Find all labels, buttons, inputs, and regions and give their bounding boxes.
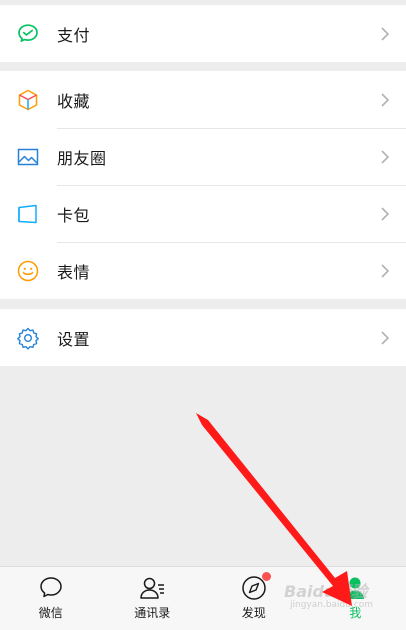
card-wallet-icon [16, 202, 40, 226]
chevron-right-icon [380, 263, 390, 279]
tab-chats[interactable]: 微信 [0, 567, 102, 630]
discover-icon-wrap [241, 575, 267, 601]
contacts-person-icon [139, 575, 165, 601]
chevron-right-icon [380, 92, 390, 108]
tab-chats-label: 微信 [39, 604, 63, 621]
menu-item-payment[interactable]: 支付 [0, 5, 406, 62]
moments-picture-icon [16, 145, 40, 169]
chevron-right-icon [380, 206, 390, 222]
menu-item-payment-label: 支付 [57, 22, 90, 46]
tab-contacts[interactable]: 通讯录 [102, 567, 204, 630]
menu-group-main: 收藏 朋友圈 卡包 表情 [0, 71, 406, 299]
menu-item-settings[interactable]: 设置 [0, 309, 406, 366]
menu-item-favorites-label: 收藏 [57, 88, 90, 112]
notification-dot [262, 572, 271, 581]
tab-discover[interactable]: 发现 [203, 567, 305, 630]
menu-item-settings-label: 设置 [57, 326, 90, 350]
menu-group-settings: 设置 [0, 309, 406, 366]
menu-item-moments[interactable]: 朋友圈 [0, 128, 406, 185]
chevron-right-icon [380, 330, 390, 346]
chevron-right-icon [380, 26, 390, 42]
bottom-tab-bar: 微信 通讯录 发现 我 [0, 566, 406, 630]
menu-item-cards[interactable]: 卡包 [0, 185, 406, 242]
tab-discover-label: 发现 [242, 604, 266, 621]
menu-item-cards-label: 卡包 [57, 202, 90, 226]
menu-item-stickers[interactable]: 表情 [0, 242, 406, 299]
me-person-icon [342, 575, 368, 601]
tab-me-label: 我 [349, 604, 361, 621]
menu-item-favorites[interactable]: 收藏 [0, 71, 406, 128]
wechat-pay-icon [16, 22, 40, 46]
gear-icon [16, 326, 40, 350]
chat-bubble-icon [38, 575, 64, 601]
favorites-cube-icon [16, 88, 40, 112]
menu-item-moments-label: 朋友圈 [57, 145, 107, 169]
menu-item-stickers-label: 表情 [57, 259, 90, 283]
tab-contacts-label: 通讯录 [134, 604, 170, 621]
menu-group-payment: 支付 [0, 5, 406, 62]
chevron-right-icon [380, 149, 390, 165]
smiley-face-icon [16, 259, 40, 283]
tab-me[interactable]: 我 [305, 567, 406, 630]
